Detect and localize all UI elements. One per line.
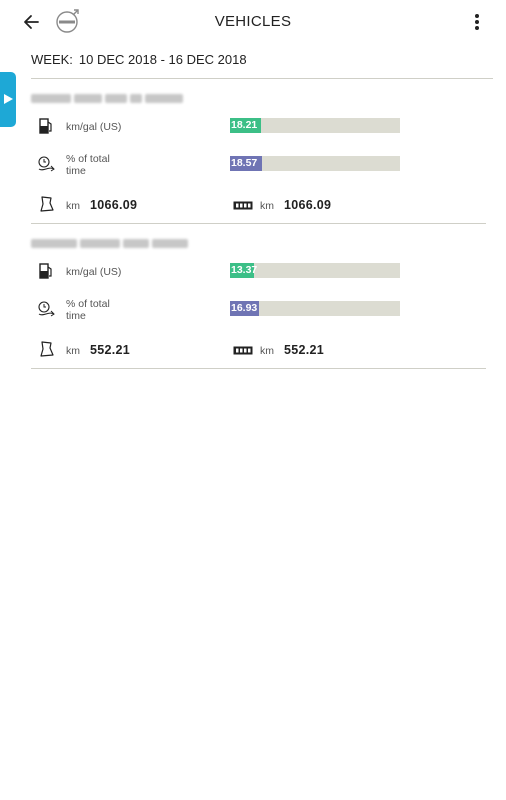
odometer-value: 552.21 [284, 343, 325, 357]
odometer-unit: km [260, 200, 274, 212]
time-share-label-line1: % of total [66, 153, 110, 165]
fuel-economy-value: 18.21 [231, 119, 258, 131]
time-share-value: 18.57 [231, 157, 258, 169]
route-map-icon [40, 196, 54, 212]
time-share-label-line1: % of total [66, 298, 110, 310]
time-share-bar: 18.57 [230, 156, 400, 171]
clock-route-icon [38, 301, 55, 317]
clock-route-icon [38, 156, 55, 172]
top-app-bar: VEHICLES [0, 0, 506, 44]
page-title: VEHICLES [214, 13, 292, 30]
fuel-economy-value: 13.37 [231, 264, 258, 276]
fuel-economy-label: km/gal (US) [66, 121, 122, 133]
time-share-label-line2: time [66, 165, 86, 177]
vehicle-card[interactable]: km/gal (US) 18.21 % of total time 18.57 … [31, 88, 486, 223]
divider [31, 223, 486, 224]
divider [31, 78, 493, 79]
time-share-bar: 16.93 [230, 301, 400, 316]
time-share-label: % of total time [66, 153, 110, 177]
divider [31, 368, 486, 369]
odometer-value: 1066.09 [284, 198, 332, 212]
fuel-economy-bar: 18.21 [230, 118, 400, 133]
distance-row: km 552.21 km 552.21 [31, 337, 486, 367]
time-share-label: % of total time [66, 298, 110, 322]
side-drawer-tab[interactable] [0, 72, 16, 127]
more-options-button[interactable] [470, 9, 484, 35]
vehicle-name-redacted [31, 90, 186, 104]
odometer-unit: km [260, 345, 274, 357]
odometer-icon [233, 346, 253, 355]
time-share-row: % of total time 18.57 [31, 150, 486, 180]
vehicle-card[interactable]: km/gal (US) 13.37 % of total time 16.93 … [31, 233, 486, 368]
week-label: WEEK: [31, 52, 73, 67]
fuel-economy-label: km/gal (US) [66, 266, 122, 278]
fuel-pump-icon [39, 118, 52, 134]
week-dates: 10 DEC 2018 - 16 DEC 2018 [78, 52, 247, 67]
fuel-pump-icon [39, 263, 52, 279]
distance-unit: km [66, 345, 80, 357]
vehicle-name-redacted [31, 235, 191, 249]
distance-value: 552.21 [90, 343, 131, 357]
odometer-icon [233, 201, 253, 210]
more-vert-icon [475, 14, 479, 30]
fuel-economy-bar: 13.37 [230, 263, 400, 278]
fuel-economy-row: km/gal (US) 13.37 [31, 257, 486, 287]
time-share-label-line2: time [66, 310, 86, 322]
time-share-row: % of total time 16.93 [31, 295, 486, 325]
fuel-economy-row: km/gal (US) 18.21 [31, 112, 486, 142]
distance-unit: km [66, 200, 80, 212]
route-map-icon [40, 341, 54, 357]
distance-row: km 1066.09 km 1066.09 [31, 192, 486, 222]
distance-value: 1066.09 [90, 198, 138, 212]
week-range: WEEK: 10 DEC 2018 - 16 DEC 2018 [31, 52, 247, 67]
chevron-right-icon [4, 94, 13, 104]
time-share-value: 16.93 [231, 302, 258, 314]
